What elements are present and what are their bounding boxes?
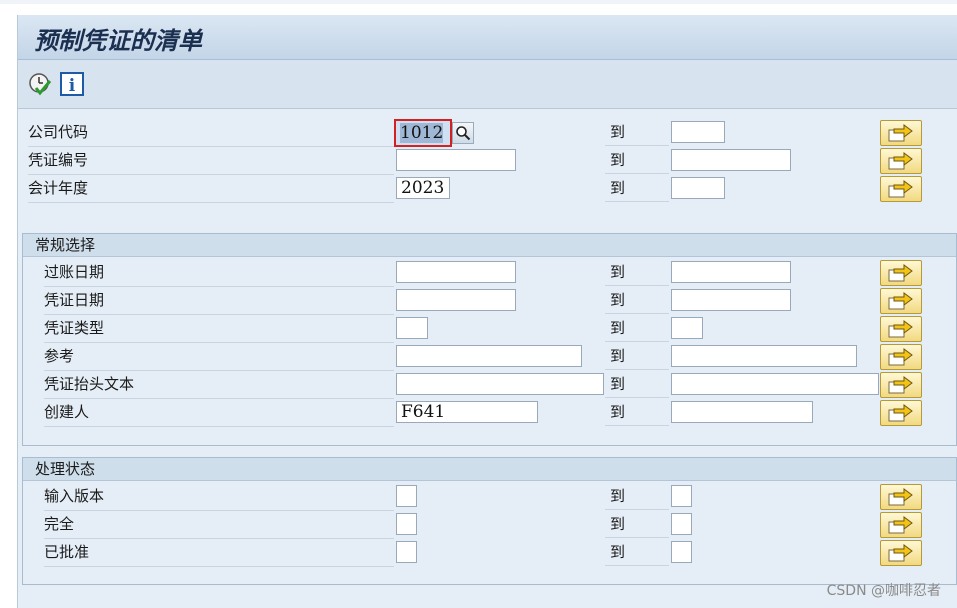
multiple-selection-button[interactable] xyxy=(880,400,922,426)
to-field[interactable] xyxy=(671,121,725,143)
multiple-selection-icon xyxy=(888,488,913,506)
to-label: 到 xyxy=(605,343,669,370)
multiple-selection-button[interactable] xyxy=(880,540,922,566)
selection-row: 过账日期 到 xyxy=(0,259,957,287)
to-field[interactable] xyxy=(671,289,791,311)
processing-status-title: 处理状态 xyxy=(23,458,956,481)
to-field[interactable] xyxy=(671,373,879,395)
field-label: 创建人 xyxy=(44,399,394,427)
field-label: 凭证日期 xyxy=(44,287,394,315)
from-field[interactable] xyxy=(396,541,417,563)
top-strip xyxy=(0,0,957,4)
multiple-selection-button[interactable] xyxy=(880,484,922,510)
multiple-selection-icon xyxy=(888,292,913,310)
multiple-selection-button[interactable] xyxy=(880,288,922,314)
multiple-selection-button[interactable] xyxy=(880,120,922,146)
to-label: 到 xyxy=(605,147,669,174)
multiple-selection-icon xyxy=(888,124,913,142)
multiple-selection-icon xyxy=(888,516,913,534)
selection-row: 公司代码 1012 到 xyxy=(0,119,957,147)
from-field[interactable] xyxy=(396,513,417,535)
to-label: 到 xyxy=(605,175,669,202)
multiple-selection-icon xyxy=(888,264,913,282)
to-label: 到 xyxy=(605,399,669,426)
selection-row: 创建人 F641 到 xyxy=(0,399,957,427)
to-field[interactable] xyxy=(671,177,725,199)
from-field[interactable] xyxy=(396,485,417,507)
multiple-selection-icon xyxy=(888,348,913,366)
to-field[interactable] xyxy=(671,401,813,423)
from-field[interactable] xyxy=(396,261,516,283)
selection-row: 凭证编号 到 xyxy=(0,147,957,175)
multiple-selection-button[interactable] xyxy=(880,316,922,342)
multiple-selection-button[interactable] xyxy=(880,512,922,538)
search-icon xyxy=(456,126,471,141)
to-field[interactable] xyxy=(671,149,791,171)
to-field[interactable] xyxy=(671,317,703,339)
from-field[interactable]: 1012 xyxy=(394,119,452,147)
info-button[interactable]: i xyxy=(60,72,84,96)
field-label: 凭证类型 xyxy=(44,315,394,343)
multiple-selection-button[interactable] xyxy=(880,148,922,174)
to-label: 到 xyxy=(605,539,669,566)
from-field[interactable]: 2023 xyxy=(396,177,450,199)
to-label: 到 xyxy=(605,511,669,538)
field-label: 过账日期 xyxy=(44,259,394,287)
to-field[interactable] xyxy=(671,541,692,563)
multiple-selection-icon xyxy=(888,180,913,198)
title-bar: 预制凭证的清单 xyxy=(18,15,957,60)
to-label: 到 xyxy=(605,315,669,342)
selection-row: 凭证日期 到 xyxy=(0,287,957,315)
to-label: 到 xyxy=(605,259,669,286)
multiple-selection-button[interactable] xyxy=(880,176,922,202)
to-label: 到 xyxy=(605,119,669,146)
selection-row: 凭证抬头文本 到 xyxy=(0,371,957,399)
field-label: 输入版本 xyxy=(44,483,394,511)
info-glyph: i xyxy=(69,76,76,96)
to-field[interactable] xyxy=(671,513,692,535)
to-label: 到 xyxy=(605,371,669,398)
multiple-selection-button[interactable] xyxy=(880,372,922,398)
field-label: 已批准 xyxy=(44,539,394,567)
field-label: 完全 xyxy=(44,511,394,539)
selection-row: 参考 到 xyxy=(0,343,957,371)
execute-button[interactable] xyxy=(28,72,52,96)
multiple-selection-icon xyxy=(888,320,913,338)
from-field[interactable] xyxy=(396,289,516,311)
field-label: 凭证抬头文本 xyxy=(44,371,394,399)
from-field[interactable] xyxy=(396,149,516,171)
selection-row: 凭证类型 到 xyxy=(0,315,957,343)
selection-row: 完全 到 xyxy=(0,511,957,539)
to-field[interactable] xyxy=(671,261,791,283)
to-field[interactable] xyxy=(671,345,857,367)
watermark: CSDN @咖啡忍者 xyxy=(826,583,941,599)
application-toolbar: i xyxy=(18,60,957,109)
multiple-selection-button[interactable] xyxy=(880,260,922,286)
to-label: 到 xyxy=(605,483,669,510)
selection-row: 已批准 到 xyxy=(0,539,957,567)
clock-check-icon xyxy=(29,73,52,96)
selection-row: 会计年度 2023 到 xyxy=(0,175,957,203)
field-label: 凭证编号 xyxy=(28,147,394,175)
info-icon: i xyxy=(60,72,84,96)
from-field[interactable]: F641 xyxy=(396,401,538,423)
field-label: 参考 xyxy=(44,343,394,371)
general-selection-title: 常规选择 xyxy=(23,234,956,257)
page-title: 预制凭证的清单 xyxy=(34,26,202,55)
field-label: 公司代码 xyxy=(28,119,394,147)
to-field[interactable] xyxy=(671,485,692,507)
to-label: 到 xyxy=(605,287,669,314)
value-help-button[interactable] xyxy=(452,122,474,144)
selection-row: 输入版本 到 xyxy=(0,483,957,511)
from-field[interactable] xyxy=(396,317,428,339)
multiple-selection-button[interactable] xyxy=(880,344,922,370)
multiple-selection-icon xyxy=(888,152,913,170)
multiple-selection-icon xyxy=(888,404,913,422)
from-field[interactable] xyxy=(396,373,604,395)
multiple-selection-icon xyxy=(888,544,913,562)
multiple-selection-icon xyxy=(888,376,913,394)
from-field[interactable] xyxy=(396,345,582,367)
field-label: 会计年度 xyxy=(28,175,394,203)
